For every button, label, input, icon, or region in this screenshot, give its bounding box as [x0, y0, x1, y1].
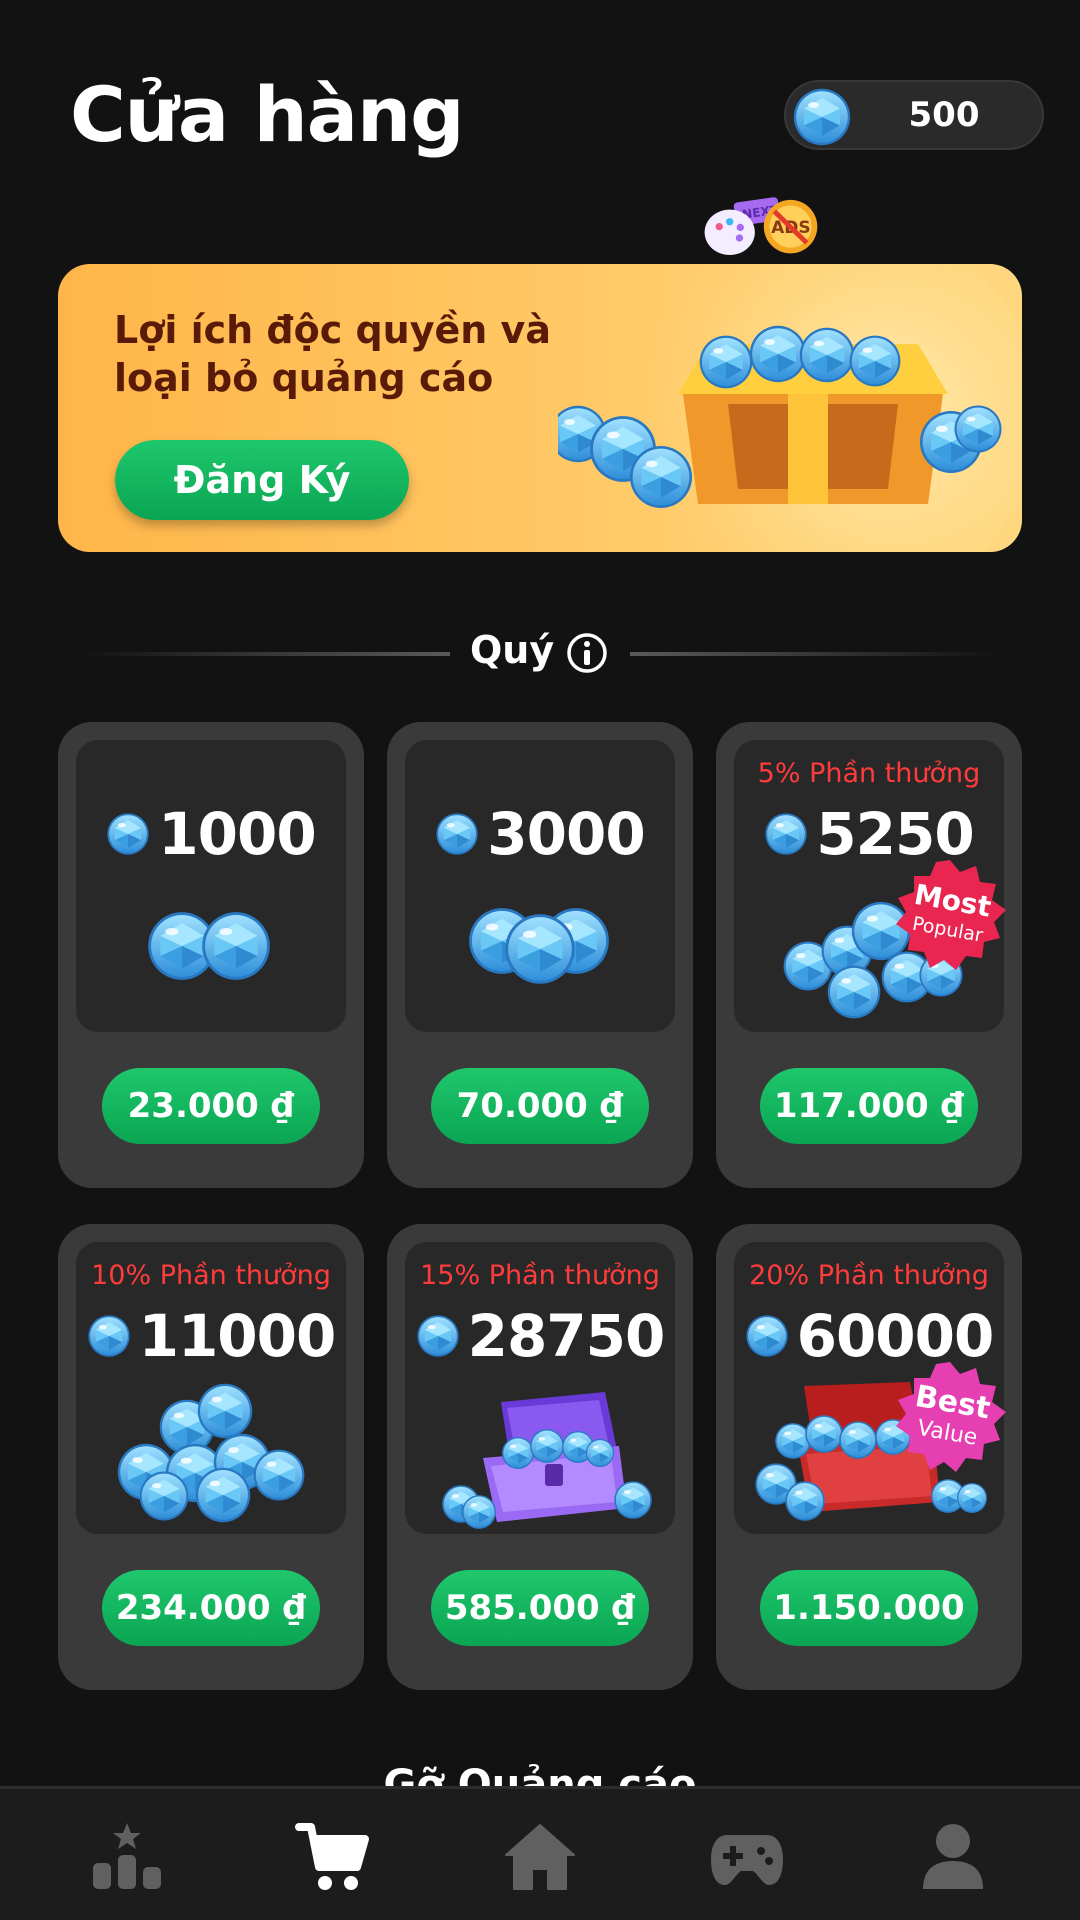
gem-pack-preview: 3000 — [405, 740, 675, 1032]
gem-balance-value: 500 — [908, 95, 980, 135]
gem-pack-card[interactable]: 20% Phần thưởng 60000 Best Value 1.150.0… — [716, 1224, 1022, 1690]
gem-pack-preview: 10% Phần thưởng 11000 — [76, 1242, 346, 1534]
gem-pack-card[interactable]: 15% Phần thưởng 28750 585.000 ₫ — [387, 1224, 693, 1690]
best-value-badge: Best Value — [896, 1362, 1006, 1472]
gem-amount-row: 11000 — [76, 1302, 346, 1370]
nav-profile[interactable] — [903, 1807, 1003, 1907]
gem-balance[interactable]: 500 — [784, 80, 1044, 150]
nav-leaderboard[interactable] — [77, 1807, 177, 1907]
bonus-label: 20% Phần thưởng — [749, 1260, 989, 1291]
gem-pack-preview: 1000 — [76, 740, 346, 1032]
home-icon — [505, 1824, 575, 1890]
price-button[interactable]: 234.000 ₫ — [102, 1570, 320, 1646]
gem-icon — [792, 87, 852, 147]
gem-icon — [106, 812, 150, 856]
gem-amount: 11000 — [138, 1302, 337, 1370]
gem-pack-card[interactable]: 3000 70.000 ₫ — [387, 722, 693, 1188]
info-icon[interactable] — [566, 632, 608, 674]
price-button[interactable]: 585.000 ₫ — [431, 1570, 649, 1646]
gem-icon — [435, 812, 479, 856]
gem-pack-preview: 5% Phần thưởng 5250 Most Popular — [734, 740, 1006, 1032]
gamepad-icon — [711, 1835, 783, 1885]
nav-home[interactable] — [490, 1807, 590, 1907]
price-button[interactable]: 23.000 ₫ — [102, 1068, 320, 1144]
no-ads-badge-icon: NEXT ADS — [704, 197, 818, 255]
profile-icon — [923, 1824, 983, 1889]
price-button[interactable]: 70.000 ₫ — [431, 1068, 649, 1144]
bonus-label: 10% Phần thưởng — [91, 1260, 331, 1291]
gem-amount: 28750 — [467, 1302, 666, 1370]
section-header: Quý — [0, 620, 1080, 686]
cart-icon — [295, 1823, 369, 1890]
gem-pack-card[interactable]: 10% Phần thưởng 11000 234.000 ₫ — [58, 1224, 364, 1690]
bonus-label: 5% Phần thưởng — [757, 758, 981, 789]
gem-icon — [87, 1314, 131, 1358]
gem-pack-card[interactable]: 1000 23.000 ₫ — [58, 722, 364, 1188]
gem-pack-preview: 20% Phần thưởng 60000 Best Value — [734, 1242, 1006, 1534]
gem-icon — [416, 1314, 460, 1358]
nav-games[interactable] — [697, 1807, 797, 1907]
gem-icon — [764, 812, 808, 856]
gem-amount: 1000 — [158, 800, 316, 868]
price-button[interactable]: 117.000 ₫ — [760, 1068, 978, 1144]
header: Cửa hàng 500 — [0, 0, 1080, 200]
gem-heap-icon — [117, 1383, 305, 1523]
gem-trio-icon — [469, 908, 609, 984]
most-popular-badge: Most Popular — [896, 860, 1006, 970]
divider-right — [630, 652, 1002, 656]
bonus-label: 15% Phần thưởng — [420, 1260, 660, 1291]
section-title: Quý — [470, 628, 555, 672]
page-title: Cửa hàng — [70, 70, 465, 159]
gem-icon — [745, 1314, 789, 1358]
gem-pack-card[interactable]: 5% Phần thưởng 5250 Most Popular 117.000… — [716, 722, 1022, 1188]
nav-shop[interactable] — [283, 1807, 383, 1907]
gem-amount-row: 1000 — [76, 800, 346, 868]
purple-chest-icon — [442, 1392, 652, 1529]
price-button[interactable]: 1.150.000 — [760, 1570, 978, 1646]
divider-left — [78, 652, 450, 656]
subscription-banner-text: Lợi ích độc quyền và loại bỏ quảng cáo — [114, 308, 551, 400]
gem-amount: 3000 — [487, 800, 645, 868]
leaderboard-icon — [93, 1823, 161, 1889]
gem-amount-row: 5250 — [734, 800, 1004, 868]
gem-amount-row: 28750 — [405, 1302, 675, 1370]
gem-pack-preview: 15% Phần thưởng 28750 — [405, 1242, 675, 1534]
gem-pair-icon — [148, 912, 270, 980]
subscribe-button[interactable]: Đăng Ký — [115, 440, 409, 520]
gem-amount-row: 60000 — [734, 1302, 1004, 1370]
gem-amount-row: 3000 — [405, 800, 675, 868]
bottom-navigation — [0, 1786, 1080, 1920]
